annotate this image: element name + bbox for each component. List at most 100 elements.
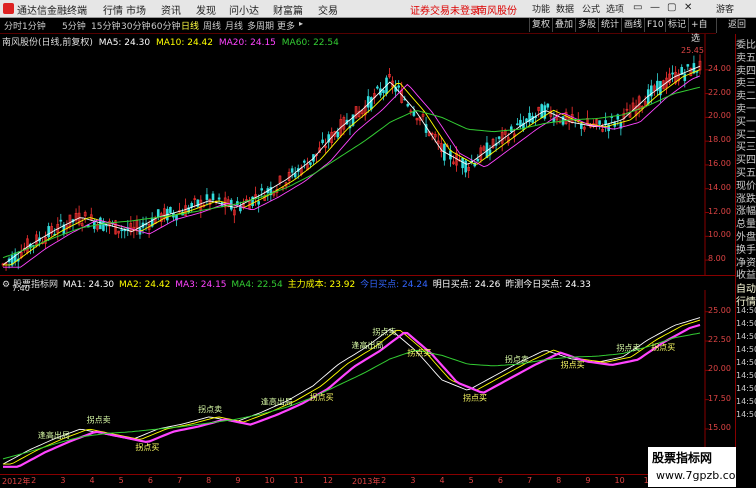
ma10-line [3, 69, 701, 266]
y-tick-label: 8.00 [708, 254, 726, 264]
menu-wealth[interactable]: 财富篇 [273, 2, 303, 17]
ma4-line [2, 332, 701, 460]
back-button[interactable]: 返回 [716, 18, 756, 33]
x-tick-label: 5 [118, 476, 124, 485]
add-watchlist-button[interactable]: +自选 [688, 18, 716, 44]
signal-annotation: 拐点卖 [372, 326, 396, 336]
candle [248, 196, 251, 210]
candle [50, 222, 53, 237]
menu-discover[interactable]: 发现 [196, 2, 216, 17]
x-tick-label: 8 [556, 476, 562, 485]
options-button[interactable]: 选项 [606, 2, 624, 15]
period-tab-daily[interactable]: 日线 [181, 19, 199, 32]
candle [436, 133, 440, 150]
multi-stock-button[interactable]: 多股 [575, 18, 598, 32]
period-tab-30min[interactable]: 30分钟 [121, 19, 150, 32]
candle [388, 67, 391, 79]
candle [211, 191, 215, 203]
candle [686, 63, 690, 71]
signal-annotation: 拐点买 [463, 393, 487, 403]
adjust-button[interactable]: 复权 [529, 18, 552, 32]
formula-button[interactable]: 公式 [582, 2, 600, 15]
sub-y-tick-label: 17.50 [708, 393, 731, 403]
signal-annotation: 逢高出局 [261, 396, 293, 406]
candle [251, 196, 254, 209]
candle [135, 215, 139, 236]
candle [59, 213, 63, 227]
sub-y-tick-label: 15.00 [708, 422, 731, 432]
signal-annotation: 拐点卖 [505, 354, 529, 364]
candle [586, 110, 589, 126]
y-tick-label: 14.00 [708, 182, 731, 192]
indicator-header[interactable]: 股票指标网 [13, 280, 58, 290]
candle [516, 118, 519, 126]
candle [698, 54, 702, 75]
login-notice[interactable]: 证券交易未登录 [410, 2, 480, 17]
maximize-icon[interactable]: — [650, 2, 660, 13]
tick-time-label: 14:50 [736, 358, 756, 367]
candle [129, 216, 133, 236]
overlay-button[interactable]: 叠加 [552, 18, 575, 32]
main-kline-chart[interactable] [0, 34, 735, 275]
period-tab-more[interactable]: 更多 [277, 19, 295, 32]
candle [461, 157, 464, 175]
period-tab-monthly[interactable]: 月线 [225, 19, 243, 32]
indicator-gear-icon[interactable]: ⚙ [2, 280, 10, 290]
mark-button[interactable]: 标记 [665, 18, 688, 32]
menu-quotes[interactable]: 行情 [103, 2, 123, 17]
tick-time-label: 14:50 [736, 371, 756, 380]
period-tab-weekly[interactable]: 周线 [203, 19, 221, 32]
restore-icon[interactable]: ▢ [667, 2, 676, 13]
candle [233, 207, 236, 224]
menu-news[interactable]: 资讯 [161, 2, 181, 17]
candle [604, 112, 607, 132]
x-tick-label: 5 [468, 476, 474, 485]
candle [443, 143, 446, 166]
period-tab-60min[interactable]: 60分钟 [151, 19, 180, 32]
candle [488, 145, 492, 161]
app-logo-icon [3, 3, 14, 14]
draw-line-button[interactable]: 画线 [621, 18, 644, 32]
x-tick-label: 12 [322, 476, 334, 485]
candle [537, 106, 540, 118]
guest-label[interactable]: 游客 [716, 2, 734, 15]
ma2-label: MA2: 24.42 [119, 280, 171, 290]
signal-annotation: 拐点买 [651, 342, 675, 352]
x-tick-label: 6 [497, 476, 503, 485]
ma60-line [2, 86, 701, 259]
candle [102, 218, 105, 232]
candle [105, 224, 108, 233]
menu-market[interactable]: 市场 [126, 2, 146, 17]
sub-y-tick-label: 25.00 [708, 305, 731, 315]
y-tick-label: 12.00 [708, 206, 731, 216]
more-chevron-icon[interactable]: ▸ [299, 19, 303, 28]
menu-trade[interactable]: 交易 [318, 2, 338, 17]
period-tab-5min[interactable]: 5分钟 [62, 19, 86, 32]
candle [321, 132, 324, 145]
signal-annotation: 拐点卖 [616, 342, 640, 352]
candle [671, 65, 674, 83]
candle [260, 183, 264, 198]
indicator-chart[interactable]: 逢高出局拐点卖拐点买拐点卖逢高出局拐点买逢高出局拐点卖拐点买拐点买拐点卖拐点买拐… [0, 290, 735, 474]
data-button[interactable]: 数据 [556, 2, 574, 15]
period-tab-multi[interactable]: 多周期 [247, 19, 274, 32]
function-button[interactable]: 功能 [532, 2, 550, 15]
menu-ask[interactable]: 问小达 [229, 2, 259, 17]
candle [668, 67, 671, 86]
stats-button[interactable]: 统计 [598, 18, 621, 32]
y-tick-label: 20.00 [708, 111, 731, 121]
f10-button[interactable]: F10 [644, 18, 666, 32]
period-tab-15min[interactable]: 15分钟 [91, 19, 120, 32]
x-tick-label: 11 [293, 476, 304, 485]
candle [439, 137, 443, 158]
signal-annotation: 拐点买 [407, 347, 431, 357]
candle [379, 82, 382, 98]
minimize-icon[interactable]: ▭ [633, 2, 642, 13]
candle [290, 165, 294, 179]
period-tab-minute[interactable]: 分时 [4, 19, 22, 32]
close-icon[interactable]: ✕ [684, 2, 692, 13]
watermark-url: www.7gpzb.com [656, 469, 747, 482]
candle [41, 238, 44, 245]
period-tab-1min[interactable]: 1分钟 [22, 19, 46, 32]
ma1-line [2, 317, 701, 465]
